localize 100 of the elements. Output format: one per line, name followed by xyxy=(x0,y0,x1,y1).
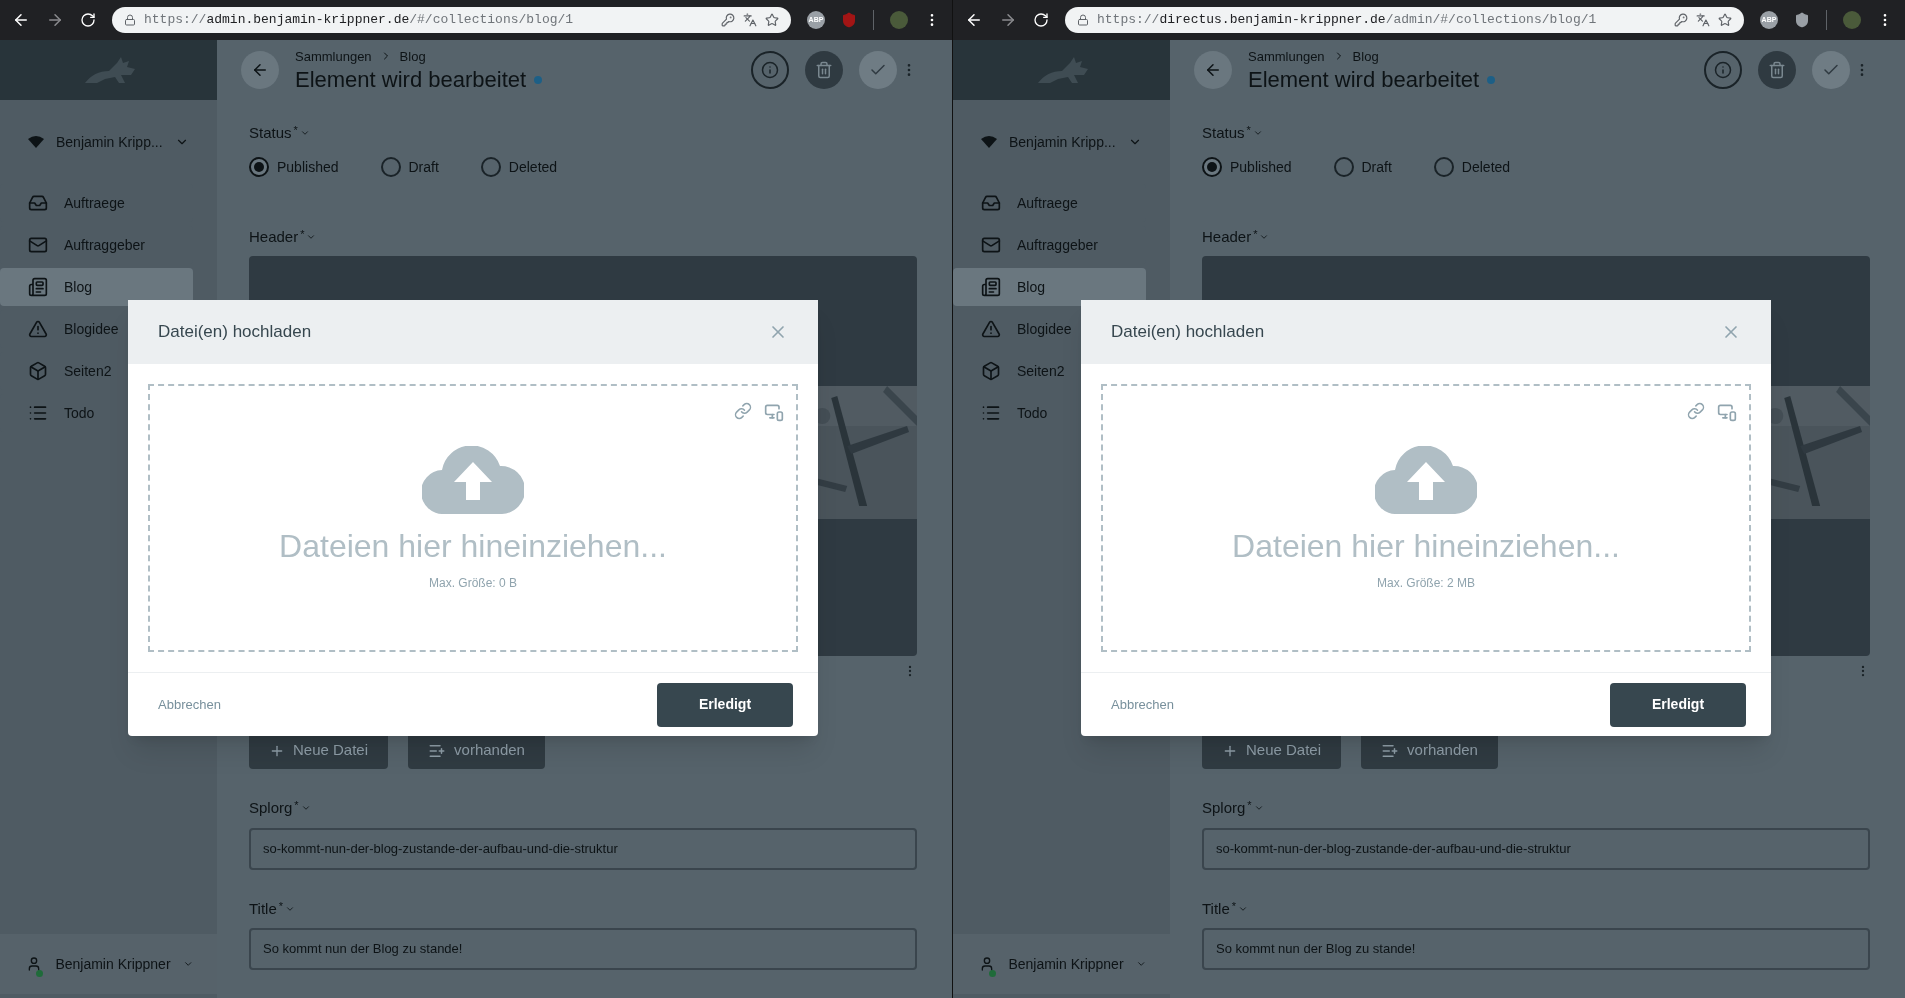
delete-button[interactable] xyxy=(1758,51,1796,89)
required-mark: * xyxy=(278,898,284,914)
breadcrumb-link[interactable]: Blog xyxy=(399,46,426,66)
device-icon[interactable] xyxy=(764,402,784,422)
radio-option[interactable]: Draft xyxy=(380,156,439,178)
required-mark: * xyxy=(1253,226,1258,242)
max-size-text: Max. Größe: 0 B xyxy=(429,575,517,592)
translate-icon[interactable] xyxy=(743,13,757,27)
breadcrumb-link[interactable]: Blog xyxy=(1352,46,1379,66)
translate-icon[interactable] xyxy=(1696,13,1710,27)
sidebar-label: Blog xyxy=(1017,277,1046,297)
wifi-icon xyxy=(981,136,997,148)
project-switcher[interactable]: Benjamin Kripp... xyxy=(953,112,1170,172)
url-part: https:// xyxy=(1097,11,1160,30)
radio-option[interactable]: Deleted xyxy=(1433,156,1511,178)
user-name: Benjamin Krippner xyxy=(55,954,171,974)
field-label: Header xyxy=(249,226,299,247)
cancel-link[interactable]: Abbrechen xyxy=(1111,694,1174,715)
address-bar[interactable]: https://admin.benjamin-krippner.de/#/collections/blog/1 xyxy=(112,7,791,33)
radio-option[interactable]: Draft xyxy=(1333,156,1392,178)
max-size-text: Max. Größe: 2 MB xyxy=(1377,575,1475,592)
sidebar-label: Auftraggeber xyxy=(64,235,145,255)
field-label: Title xyxy=(249,898,277,919)
sidebar-label: Seiten2 xyxy=(64,361,112,381)
radio-button[interactable] xyxy=(480,157,501,177)
sidebar-item[interactable]: Blog xyxy=(0,268,193,306)
back-icon[interactable] xyxy=(12,11,30,29)
trash-icon xyxy=(815,61,833,79)
project-switcher[interactable]: Benjamin Kripp... xyxy=(0,112,217,172)
bookmark-star-icon[interactable] xyxy=(1718,13,1732,27)
sidebar-label: Seiten2 xyxy=(1017,361,1065,381)
info-button[interactable] xyxy=(1704,51,1742,89)
radio-option[interactable]: Published xyxy=(249,156,339,178)
text-field[interactable]: So kommt nun der Blog zu stande! xyxy=(1202,928,1870,970)
text-field[interactable]: so-kommt-nun-der-blog-zustande-der-aufbau-und-die-struktur xyxy=(1202,827,1870,870)
page-title: Element wird bearbeitet xyxy=(295,66,527,94)
drop-hint: Dateien hier hineinziehen... xyxy=(1232,527,1620,566)
newspaper-icon xyxy=(981,277,1001,297)
sidebar-label: Todo xyxy=(1017,403,1048,423)
address-bar[interactable]: https://directus.benjamin-krippner.de/admin/#/collections/blog/1 xyxy=(1065,7,1744,33)
text-field[interactable]: So kommt nun der Blog zu stande! xyxy=(249,928,917,970)
avatar-icon[interactable] xyxy=(1843,11,1861,29)
back-button[interactable] xyxy=(1194,51,1232,89)
url-part: /admin/#/collections/blog/1 xyxy=(1385,11,1597,30)
breadcrumb-link[interactable]: Sammlungen xyxy=(295,46,372,66)
sidebar-label: Blogidee xyxy=(1017,319,1072,339)
radio-option[interactable]: Deleted xyxy=(480,156,558,178)
sidebar-label: Auftraege xyxy=(1017,193,1078,213)
url-part: /#/collections/blog/1 xyxy=(409,11,574,30)
newspaper-icon xyxy=(28,277,48,297)
inbox-icon xyxy=(981,193,1001,213)
forward-icon[interactable] xyxy=(46,11,64,29)
done-button[interactable]: Erledigt xyxy=(1610,682,1746,727)
radio-button[interactable] xyxy=(1202,157,1222,177)
warning-icon xyxy=(28,319,48,339)
sidebar-label: Blogidee xyxy=(64,319,119,339)
sidebar-label: Auftraggeber xyxy=(1017,235,1098,255)
done-button[interactable]: Erledigt xyxy=(657,682,793,727)
back-button[interactable] xyxy=(241,51,279,89)
wifi-icon xyxy=(28,136,44,148)
text-field[interactable]: so-kommt-nun-der-blog-zustande-der-aufbau-und-die-struktur xyxy=(249,827,917,870)
radio-button[interactable] xyxy=(380,157,401,177)
link-icon[interactable] xyxy=(734,402,752,420)
field-label: Title xyxy=(1202,898,1230,919)
reload-icon[interactable] xyxy=(1033,12,1049,28)
field-label: Splorg xyxy=(249,798,293,818)
drop-zone[interactable]: Dateien hier hineinziehen... Max. Größe: 2 MB xyxy=(1101,384,1751,652)
back-icon[interactable] xyxy=(965,11,983,29)
breadcrumb-link[interactable]: Sammlungen xyxy=(1248,46,1325,66)
field-label: Status xyxy=(1202,123,1245,143)
info-button[interactable] xyxy=(751,51,789,89)
required-mark: * xyxy=(1231,898,1237,914)
avatar-icon[interactable] xyxy=(890,11,908,29)
delete-button[interactable] xyxy=(805,51,843,89)
shield-icon[interactable] xyxy=(1794,12,1810,28)
sidebar-item[interactable]: Blog xyxy=(953,268,1146,306)
page-title: Element wird bearbeitet xyxy=(1248,66,1480,94)
url-part: https:// xyxy=(144,11,207,30)
radio-option[interactable]: Published xyxy=(1202,156,1292,178)
key-icon[interactable] xyxy=(1674,13,1688,27)
drop-zone[interactable]: Dateien hier hineinziehen... Max. Größe: 0 B xyxy=(148,384,798,652)
link-icon[interactable] xyxy=(1687,402,1705,420)
bookmark-star-icon[interactable] xyxy=(765,13,779,27)
user-menu[interactable]: Benjamin Krippner xyxy=(953,934,1170,994)
list-icon xyxy=(28,403,48,423)
mail-icon xyxy=(28,235,48,255)
forward-icon[interactable] xyxy=(999,11,1017,29)
radio-button[interactable] xyxy=(249,157,269,177)
radio-button[interactable] xyxy=(1333,157,1354,177)
project-name: Benjamin Kripp... xyxy=(1009,132,1116,152)
key-icon[interactable] xyxy=(721,13,735,27)
user-menu[interactable]: Benjamin Krippner xyxy=(0,934,217,994)
required-mark: * xyxy=(1246,123,1251,138)
reload-icon[interactable] xyxy=(80,12,96,28)
trash-icon xyxy=(1768,61,1786,79)
radio-button[interactable] xyxy=(1433,157,1454,177)
device-icon[interactable] xyxy=(1717,402,1737,422)
cancel-link[interactable]: Abbrechen xyxy=(158,694,221,715)
sidebar-label: Todo xyxy=(64,403,95,423)
cloud-upload-icon xyxy=(422,446,524,514)
